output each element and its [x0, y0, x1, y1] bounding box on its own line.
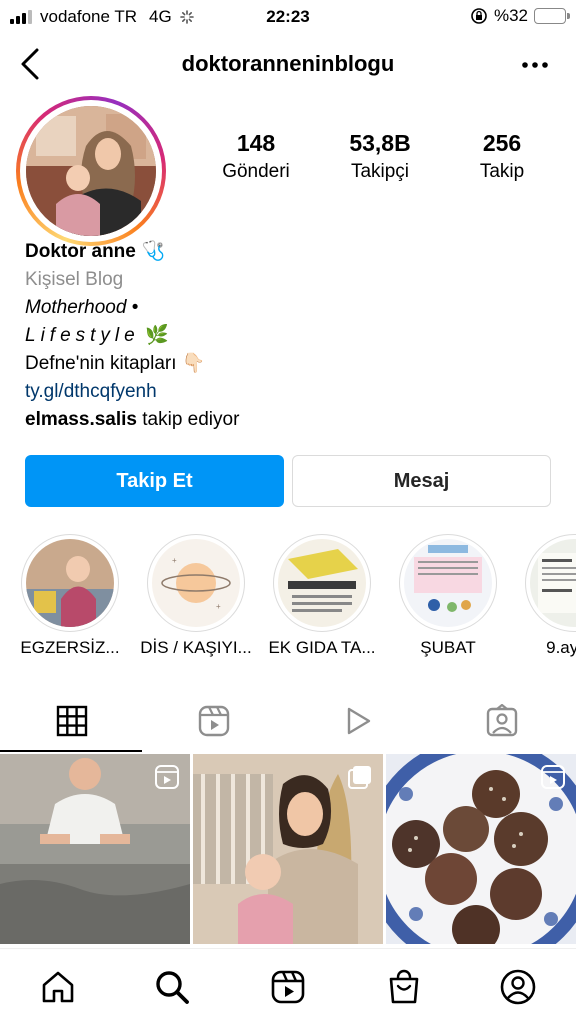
svg-text:+: +	[216, 602, 221, 611]
message-button[interactable]: Mesaj	[292, 455, 551, 507]
followers-stat[interactable]: 53,8B Takipçi	[320, 130, 440, 183]
content-tabs	[0, 690, 576, 754]
tab-reels[interactable]	[142, 690, 286, 752]
nav-home[interactable]	[38, 967, 78, 1007]
bio-link[interactable]: ty.gl/dthcqfyenh	[25, 378, 239, 406]
search-icon	[156, 971, 189, 1004]
highlight-cover	[530, 539, 576, 627]
reel-badge-icon	[155, 765, 179, 789]
profile-header: doktoranneninblogu	[0, 38, 576, 90]
battery-icon	[534, 8, 570, 24]
highlight-item[interactable]: + + DİS / KAŞIYI...	[136, 534, 256, 658]
nav-profile[interactable]	[498, 967, 538, 1007]
highlight-cover	[26, 539, 114, 627]
bottom-navigation	[0, 948, 576, 1024]
play-icon	[347, 707, 371, 735]
highlight-label: EGZERSİZ...	[20, 638, 120, 657]
bio-line-lifestyle: Lifestyle	[25, 325, 140, 346]
highlight-label: 9.ay on	[546, 638, 576, 657]
profile-bio: Doktor anne 🩺 Kişisel Blog Motherhood • …	[25, 238, 239, 434]
tagged-icon	[486, 704, 518, 737]
profile-username: doktoranneninblogu	[181, 51, 395, 76]
following-count: 256	[482, 130, 522, 156]
highlight-item[interactable]: EGZERSİZ...	[10, 534, 130, 658]
highlight-item[interactable]: 9.ay on	[514, 534, 576, 658]
bio-line-books: Defne'nin kitapları	[25, 353, 177, 374]
display-name: Doktor anne	[25, 241, 136, 262]
avatar-photo	[26, 106, 156, 236]
svg-text:+: +	[172, 556, 177, 565]
tab-tagged[interactable]	[430, 690, 574, 752]
highlight-label: ŞUBAT	[420, 638, 476, 657]
more-options-icon[interactable]	[520, 56, 550, 74]
post-grid	[0, 754, 576, 946]
status-bar: vodafone TR 4G 22:23 %32	[0, 0, 576, 34]
shop-icon	[389, 969, 419, 1004]
highlight-cover: + +	[152, 539, 240, 627]
highlight-label: EK GIDA TA...	[268, 638, 376, 657]
following-stat[interactable]: 256 Takip	[442, 130, 562, 183]
followers-count: 53,8B	[349, 130, 411, 156]
posts-label: Gönderi	[222, 161, 290, 182]
nav-search[interactable]	[152, 967, 192, 1007]
post-thumbnail[interactable]	[0, 754, 190, 944]
profile-icon	[500, 969, 536, 1005]
story-highlights: EGZERSİZ... + + DİS / KAŞIYI... EK GIDA …	[0, 534, 576, 664]
active-tab-indicator	[0, 750, 142, 752]
tab-videos[interactable]	[286, 690, 430, 752]
post-thumbnail[interactable]	[193, 754, 383, 944]
highlight-cover	[278, 539, 366, 627]
follow-button[interactable]: Takip Et	[25, 455, 284, 507]
highlight-item[interactable]: EK GIDA TA...	[262, 534, 382, 658]
carousel-badge-icon	[348, 766, 371, 789]
posts-stat[interactable]: 148 Gönderi	[196, 130, 316, 183]
reels-icon	[198, 705, 230, 737]
reels-icon	[271, 970, 305, 1004]
post-thumbnail[interactable]	[386, 754, 576, 944]
avatar[interactable]	[16, 96, 166, 246]
followed-by[interactable]: elmass.salis takip ediyor	[25, 406, 239, 434]
followed-by-text: takip ediyor	[136, 409, 240, 430]
highlight-label: DİS / KAŞIYI...	[140, 638, 252, 657]
pointing-down-emoji: 👇🏻	[181, 353, 206, 374]
following-label: Takip	[479, 161, 525, 182]
grid-icon	[56, 705, 88, 737]
home-icon	[42, 971, 74, 1003]
followers-label: Takipçi	[350, 161, 410, 182]
highlight-item[interactable]: ŞUBAT	[388, 534, 508, 658]
battery-percent: %32	[493, 6, 528, 25]
nav-reels[interactable]	[268, 967, 308, 1007]
orientation-lock-icon	[471, 8, 487, 24]
reel-badge-icon	[541, 765, 565, 789]
posts-count: 148	[236, 130, 276, 156]
profile-category: Kişisel Blog	[25, 269, 124, 290]
bio-line-motherhood: Motherhood •	[25, 297, 139, 318]
highlight-cover	[404, 539, 492, 627]
stethoscope-emoji: 🩺	[141, 241, 166, 262]
leaf-emoji: 🌿	[144, 325, 169, 346]
followed-by-username: elmass.salis	[25, 409, 137, 430]
nav-shop[interactable]	[384, 967, 424, 1007]
tab-grid[interactable]	[0, 690, 144, 752]
